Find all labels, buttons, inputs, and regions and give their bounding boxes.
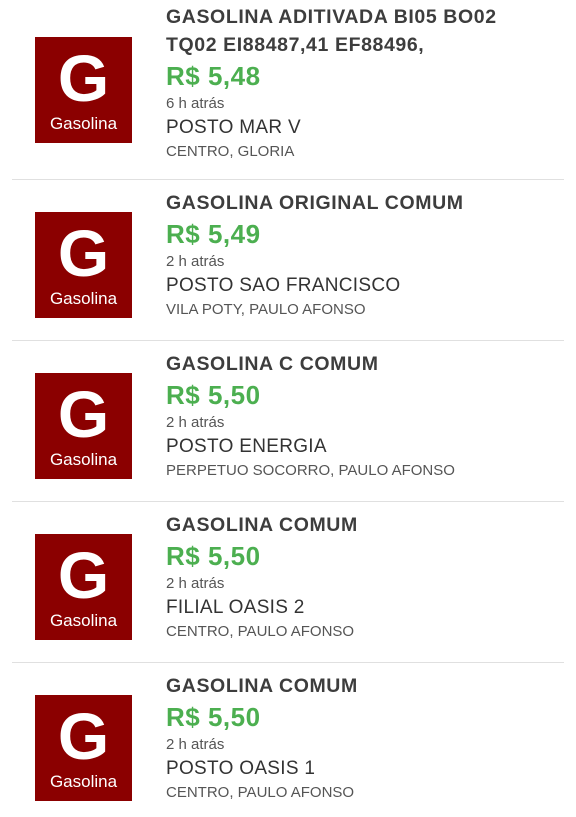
gasoline-icon-label: Gasolina (49, 114, 118, 133)
gasoline-icon-letter: G (57, 216, 110, 290)
gasoline-icon: G Gasolina (35, 695, 132, 801)
price: R$ 5,50 (166, 541, 261, 571)
station-name: POSTO MAR V (166, 117, 301, 138)
gasoline-icon-label: Gasolina (49, 450, 118, 469)
station-address: VILA POTY, PAULO AFONSO (166, 301, 366, 318)
station-address: CENTRO, PAULO AFONSO (166, 623, 355, 640)
station-name: POSTO SAO FRANCISCO (166, 275, 401, 296)
list-item[interactable]: G Gasolina GASOLINA COMUM R$ 5,50 2 h at… (0, 663, 576, 817)
gasoline-icon: G Gasolina (35, 534, 132, 640)
gasoline-icon: G Gasolina (35, 212, 132, 318)
gasoline-icon-label: Gasolina (49, 772, 118, 791)
list-item[interactable]: G Gasolina GASOLINA COMUM R$ 5,50 2 h at… (0, 502, 576, 662)
gasoline-icon-label: Gasolina (49, 611, 118, 630)
price: R$ 5,49 (166, 219, 261, 249)
price: R$ 5,50 (166, 702, 261, 732)
updated-time: 2 h atrás (166, 575, 225, 592)
fuel-type: GASOLINA ADITIVADA BI05 BO02 (166, 6, 497, 28)
updated-time: 2 h atrás (166, 736, 225, 753)
gasoline-icon: G Gasolina (35, 373, 132, 479)
gasoline-icon-letter: G (57, 699, 110, 773)
station-address: CENTRO, PAULO AFONSO (166, 784, 355, 801)
gasoline-icon-letter: G (57, 41, 110, 115)
updated-time: 2 h atrás (166, 253, 225, 270)
fuel-type: GASOLINA ORIGINAL COMUM (166, 192, 464, 214)
station-name: POSTO OASIS 1 (166, 758, 316, 779)
gasoline-icon-label: Gasolina (49, 289, 118, 308)
gasoline-icon-letter: G (57, 538, 110, 612)
fuel-type-continued: TQ02 EI88487,41 EF88496, (166, 34, 425, 56)
fuel-type: GASOLINA COMUM (166, 675, 358, 697)
list-item[interactable]: G Gasolina GASOLINA ORIGINAL COMUM R$ 5,… (0, 180, 576, 340)
fuel-type: GASOLINA C COMUM (166, 353, 379, 375)
list-item[interactable]: G Gasolina GASOLINA ADITIVADA BI05 BO02 … (0, 0, 576, 178)
price: R$ 5,48 (166, 61, 261, 91)
station-name: FILIAL OASIS 2 (166, 597, 305, 618)
gasoline-icon-letter: G (57, 377, 110, 451)
updated-time: 2 h atrás (166, 414, 225, 431)
fuel-price-list: G Gasolina GASOLINA ADITIVADA BI05 BO02 … (0, 0, 576, 817)
station-address: CENTRO, GLORIA (166, 143, 295, 160)
station-address: PERPETUO SOCORRO, PAULO AFONSO (166, 462, 455, 479)
gasoline-icon: G Gasolina (35, 37, 132, 143)
list-item[interactable]: G Gasolina GASOLINA C COMUM R$ 5,50 2 h … (0, 341, 576, 501)
station-name: POSTO ENERGIA (166, 436, 327, 457)
price: R$ 5,50 (166, 380, 261, 410)
fuel-type: GASOLINA COMUM (166, 514, 358, 536)
updated-time: 6 h atrás (166, 95, 225, 112)
